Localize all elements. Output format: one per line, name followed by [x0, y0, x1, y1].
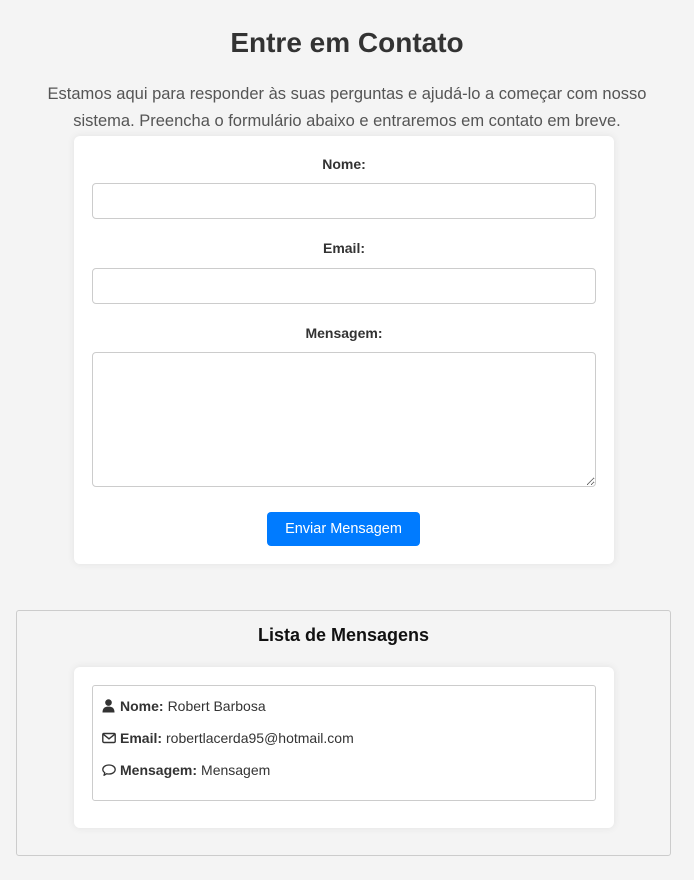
email-input[interactable] [92, 268, 596, 304]
email-field-label: Email: [120, 730, 163, 746]
name-input[interactable] [92, 183, 596, 219]
name-label: Nome: [322, 156, 366, 172]
message-card: Nome: Robert Barbosa Email: robertlacerd… [74, 667, 614, 828]
name-field-label: Nome: [120, 698, 164, 714]
message-name-line: Nome: Robert Barbosa [102, 698, 266, 714]
message-body-line: Mensagem: Mensagem [102, 762, 270, 778]
email-label: Email: [322, 240, 365, 256]
send-message-button[interactable]: Enviar Mensagem [267, 512, 420, 546]
contact-form: Nome: Email: Mensagem: Enviar Mensagem [74, 136, 614, 564]
message-list: Lista de Mensagens Nome: Robert Barbosa … [16, 610, 671, 856]
page-title: Entre em Contato [230, 27, 464, 58]
envelope-icon [102, 731, 116, 745]
intro-text: Estamos aqui para responder às suas perg… [47, 85, 647, 130]
comment-icon [102, 763, 116, 777]
message-body: Mensagem [201, 762, 271, 778]
list-item: Nome: Robert Barbosa Email: robertlacerd… [92, 685, 596, 801]
message-list-title: Lista de Mensagens [257, 625, 430, 645]
message-email-line: Email: robertlacerda95@hotmail.com [102, 730, 354, 746]
message-sender-name: Robert Barbosa [167, 698, 266, 714]
message-field-label: Mensagem: [120, 762, 198, 778]
message-textarea[interactable] [92, 352, 596, 487]
user-icon [102, 699, 116, 713]
message-label: Mensagem: [305, 325, 383, 341]
message-sender-email: robertlacerda95@hotmail.com [166, 730, 354, 746]
